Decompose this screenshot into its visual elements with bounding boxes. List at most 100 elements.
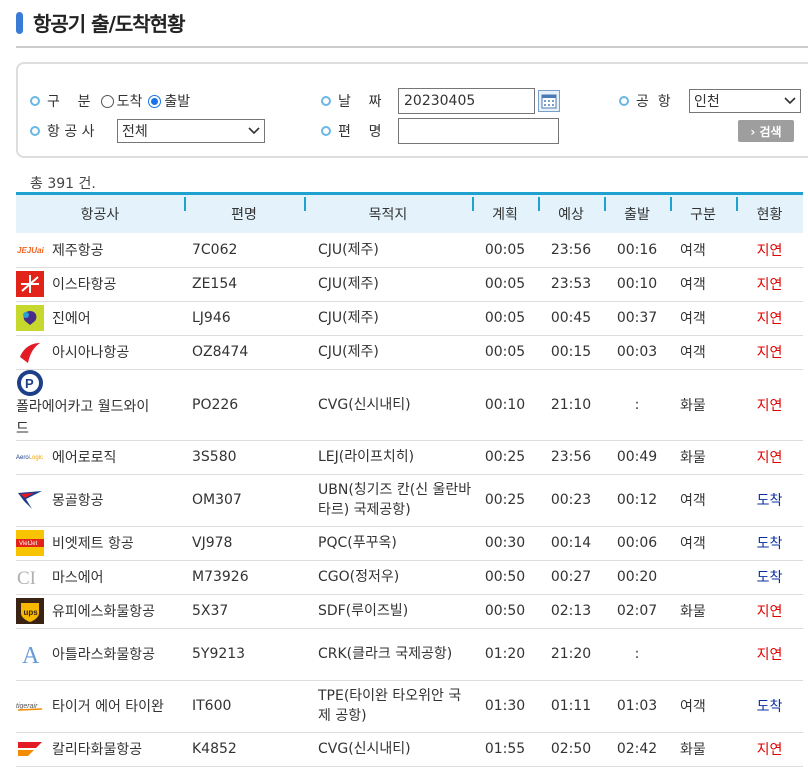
cell-flight: VJ978	[184, 526, 304, 561]
cell-airline: 이스타항공	[16, 267, 184, 302]
flight-input[interactable]	[398, 118, 559, 144]
cell-airline: JEJUair 제주항공	[16, 233, 184, 268]
departure-radio-label[interactable]: 출발	[164, 91, 190, 111]
arrival-radio[interactable]	[100, 94, 114, 108]
cell-planned: 00:50	[472, 594, 538, 629]
status-badge: 도착	[736, 560, 803, 595]
search-button[interactable]: › 검색	[738, 120, 794, 142]
kalitta-logo-icon	[16, 736, 44, 762]
header-estimated: 예상	[538, 192, 604, 233]
header-type: 구분	[670, 192, 736, 233]
cell-planned: 01:30	[472, 680, 538, 733]
cell-planned: 00:30	[472, 526, 538, 561]
table-row: VietJet 비엣제트 항공 VJ978 PQC(푸꾸옥) 00:30 00:14 00:…	[16, 526, 803, 561]
cell-type: 여객	[670, 526, 736, 561]
cell-destination: PQC(푸꾸옥)	[304, 526, 472, 561]
bullet-icon	[321, 126, 331, 136]
cell-departed: 00:49	[604, 440, 670, 475]
status-badge: 지연	[736, 440, 803, 475]
tigerair-logo-icon: tigerair	[16, 693, 44, 719]
cell-destination: TPE(타이완 타오위안 국제 공항)	[304, 680, 472, 733]
cell-type: 여객	[670, 335, 736, 370]
airport-select-value: 인천	[694, 94, 720, 110]
table-row: 진에어 LJ946 CJU(제주) 00:05 00:45 00:37 여객 지연	[16, 301, 803, 336]
status-badge: 도착	[736, 526, 803, 561]
cell-flight: 5Y9213	[184, 628, 304, 681]
cell-type: 여객	[670, 474, 736, 527]
cell-planned: 00:05	[472, 301, 538, 336]
cell-type	[670, 628, 736, 681]
table-header-row: 항공사 편명 목적지 계획 예상 출발 구분 현황	[16, 192, 803, 233]
cell-airline: CI 마스에어	[16, 560, 184, 595]
cell-flight: 5X37	[184, 594, 304, 629]
cell-flight: 7C062	[184, 233, 304, 268]
header-status: 현황	[736, 192, 803, 233]
category-label: 구 분	[47, 94, 91, 110]
date-label: 날 짜	[338, 94, 382, 110]
cell-destination: CGO(정저우)	[304, 560, 472, 595]
header-flight: 편명	[184, 192, 304, 233]
cell-planned: 00:05	[472, 335, 538, 370]
airline-name: 아시아나항공	[52, 345, 130, 361]
chevron-down-icon	[784, 97, 796, 105]
cell-type: 여객	[670, 301, 736, 336]
cell-airline: tigerair 타이거 에어 타이완	[16, 680, 184, 733]
status-badge: 도착	[736, 680, 803, 733]
svg-text:CI: CI	[17, 568, 36, 589]
flight-field: 편 명	[321, 118, 559, 144]
calendar-icon[interactable]	[538, 90, 560, 112]
cell-destination: LEJ(라이프치히)	[304, 440, 472, 475]
cell-airline: P 폴라에어카고 월드와이드	[16, 369, 184, 441]
vietjet-logo-icon: VietJet	[16, 530, 44, 556]
cell-estimated: 00:27	[538, 560, 604, 595]
cell-destination: SDF(루이즈빌)	[304, 594, 472, 629]
airline-name: 폴라에어카고 월드와이드	[16, 398, 150, 437]
cell-airline: 몽골항공	[16, 474, 184, 527]
airline-name: 타이거 에어 타이완	[52, 699, 164, 715]
departure-radio[interactable]	[148, 94, 162, 108]
cell-airline: 진에어	[16, 301, 184, 336]
jin-air-logo-icon	[16, 305, 44, 331]
status-badge: 지연	[736, 369, 803, 441]
airport-select[interactable]: 인천	[689, 89, 801, 113]
status-badge: 지연	[736, 233, 803, 268]
cell-flight: PO226	[184, 369, 304, 441]
status-badge: 지연	[736, 301, 803, 336]
title-underline	[16, 46, 808, 48]
status-badge: 지연	[736, 594, 803, 629]
airport-field: 공 항 인천	[619, 89, 801, 113]
total-count: 총 391 건.	[30, 176, 96, 192]
cell-flight: OM307	[184, 474, 304, 527]
cell-flight: M73926	[184, 560, 304, 595]
table-row: JEJUair 제주항공 7C062 CJU(제주) 00:05 23:56 00:16 여객…	[16, 233, 803, 268]
date-input[interactable]: 20230405	[398, 88, 535, 114]
cell-departed: 00:37	[604, 301, 670, 336]
cell-destination: CRK(클라크 국제공항)	[304, 628, 472, 681]
airline-select-value: 전체	[122, 124, 148, 140]
table-row: 아시아나항공 OZ8474 CJU(제주) 00:05 00:15 00:03 여객 지연	[16, 335, 803, 370]
svg-text:AeroLogic: AeroLogic	[16, 455, 43, 461]
airline-name: 에어로로직	[52, 450, 117, 466]
airline-name: 제주항공	[52, 242, 104, 259]
table-row: 몽골항공 OM307 UBN(칭기즈 칸(신 울란바타르) 국제공항) 00:25 00…	[16, 474, 803, 527]
cell-type: 화물	[670, 440, 736, 475]
cell-estimated: 00:15	[538, 335, 604, 370]
cell-destination: CJU(제주)	[304, 335, 472, 370]
arrival-radio-label[interactable]: 도착	[117, 91, 143, 111]
svg-text:P: P	[25, 376, 34, 391]
header-departed: 출발	[604, 192, 670, 233]
cell-airline: ups 유피에스화물항공	[16, 594, 184, 629]
table-row: AeroLogic 에어로로직 3S580 LEJ(라이프치히) 00:25 23:56 0…	[16, 440, 803, 475]
cell-departed: 02:07	[604, 594, 670, 629]
jeju-air-logo-icon: JEJUair	[16, 237, 44, 263]
airline-name: 이스타항공	[52, 277, 117, 293]
status-badge: 지연	[736, 628, 803, 681]
cell-departed: 00:10	[604, 267, 670, 302]
airline-select[interactable]: 전체	[117, 119, 265, 143]
aerologic-logo-icon: AeroLogic	[16, 444, 44, 470]
cell-destination: CJU(제주)	[304, 233, 472, 268]
bullet-icon	[30, 96, 40, 106]
cell-estimated: 00:45	[538, 301, 604, 336]
bullet-icon	[30, 126, 40, 136]
table-row: 칼리타화물항공 K4852 CVG(신시내티) 01:55 02:50 02:42 화물 지연	[16, 732, 803, 767]
